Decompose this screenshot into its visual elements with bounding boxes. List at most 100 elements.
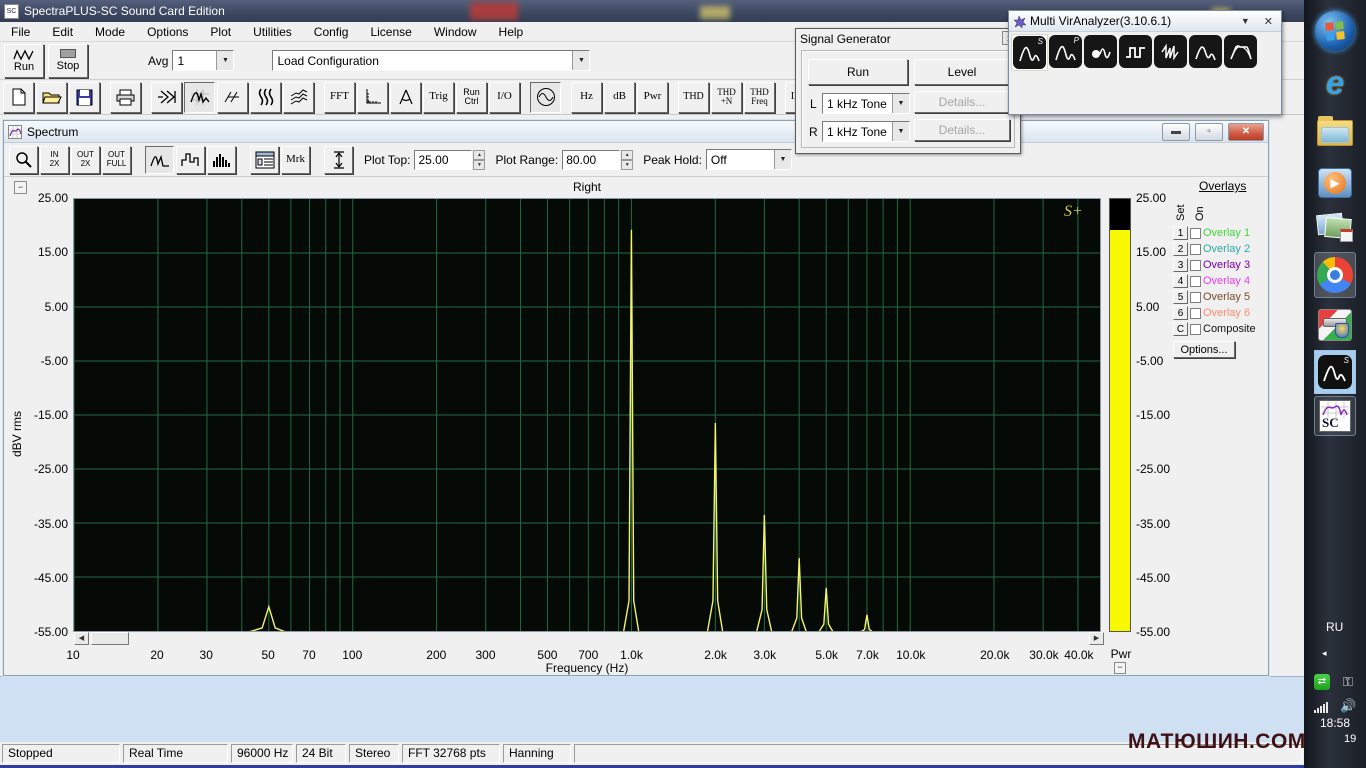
spectrum-plot[interactable] — [73, 198, 1101, 632]
run-button[interactable]: Run — [4, 44, 44, 78]
spectrogram-view-button[interactable] — [250, 82, 281, 113]
overlay-on-checkbox[interactable] — [1190, 244, 1201, 255]
menu-item[interactable]: Options — [136, 23, 199, 41]
overlays-options-button[interactable]: Options... — [1173, 341, 1235, 358]
db-button[interactable]: dB — [604, 82, 635, 113]
signal-wave-button[interactable] — [1084, 35, 1117, 68]
peak-hold-combobox[interactable]: Off ▼ — [706, 149, 792, 170]
power-plug-icon[interactable]: ⚿ — [1340, 674, 1356, 690]
generator-run-button[interactable]: Run — [808, 59, 908, 85]
signal-generator-button[interactable] — [530, 82, 561, 113]
print-button[interactable] — [110, 82, 141, 113]
load-configuration-combobox[interactable]: Load Configuration ▼ — [272, 50, 590, 71]
caliper-button[interactable] — [390, 82, 421, 113]
menu-item[interactable]: Mode — [84, 23, 136, 41]
minimize-button[interactable]: ▬ — [1162, 123, 1190, 141]
chevron-down-icon[interactable]: ▼ — [892, 94, 909, 113]
spectrum-button[interactable] — [1189, 35, 1222, 68]
plot-range-spinner[interactable]: ▲▼ — [621, 150, 633, 170]
menu-item[interactable]: File — [0, 23, 41, 41]
stop-button[interactable]: Stop — [48, 44, 88, 78]
menu-item[interactable]: License — [359, 23, 422, 41]
trigger-button[interactable]: Trig — [423, 82, 454, 113]
start-button[interactable] — [1314, 10, 1356, 52]
generator-level-button[interactable]: Level — [914, 59, 1010, 85]
network-signal-icon[interactable] — [1314, 700, 1330, 716]
line-plot-button[interactable] — [145, 146, 174, 174]
restore-button[interactable]: ▫ — [1195, 123, 1223, 141]
overlay-set-button[interactable]: 3 — [1173, 258, 1188, 272]
zoom-out-full-button[interactable]: OUT FULL — [102, 146, 131, 174]
chevron-down-icon[interactable]: ▼ — [892, 122, 909, 141]
right-signal-combobox[interactable]: 1 kHz Tone ▼ — [822, 121, 910, 142]
thd-n-button[interactable]: THD +N — [711, 82, 742, 113]
chevron-down-icon[interactable]: ▼ — [572, 51, 589, 70]
viranalyzer-taskbar-button[interactable]: S — [1314, 350, 1356, 394]
spectrum-titlebar[interactable]: Spectrum ▬ ▫ ✕ — [4, 121, 1268, 143]
menu-item[interactable]: Config — [303, 23, 360, 41]
surface-view-button[interactable] — [283, 82, 314, 113]
scroll-left-icon[interactable]: ◀ — [74, 632, 89, 645]
close-button[interactable]: ✕ — [1228, 123, 1264, 141]
close-icon[interactable]: ✕ — [1260, 15, 1277, 28]
overlay-on-checkbox[interactable] — [1190, 324, 1201, 335]
scale-button[interactable] — [357, 82, 388, 113]
fft-button[interactable]: FFT — [324, 82, 355, 113]
sync-tray-icon[interactable]: ⇄ — [1314, 674, 1330, 690]
menu-item[interactable]: Edit — [41, 23, 84, 41]
show-hidden-icons[interactable]: ◂ — [1322, 648, 1327, 659]
overlay-on-checkbox[interactable] — [1190, 308, 1201, 319]
collapse-left-button[interactable]: − — [14, 181, 27, 194]
bandpass-button[interactable] — [1224, 35, 1257, 68]
chevron-down-icon[interactable]: ▼ — [216, 51, 233, 70]
plot-top-input[interactable] — [414, 150, 472, 170]
overlay-set-button[interactable]: 5 — [1173, 290, 1188, 304]
zoom-in-2x-button[interactable]: IN 2X — [40, 146, 69, 174]
hz-button[interactable]: Hz — [571, 82, 602, 113]
menu-item[interactable]: Plot — [199, 23, 242, 41]
file-explorer-button[interactable] — [1314, 112, 1356, 154]
overlay-set-button[interactable]: 6 — [1173, 306, 1188, 320]
disk-utility-button[interactable] — [1314, 304, 1356, 346]
plot-top-spinner[interactable]: ▲▼ — [473, 150, 485, 170]
square-wave-button[interactable] — [1119, 35, 1152, 68]
plot-scrollbar[interactable]: ◀ ▶ — [74, 632, 1104, 646]
new-file-button[interactable] — [3, 82, 34, 113]
display-options-button[interactable] — [250, 146, 279, 174]
viranalyzer-titlebar[interactable]: Multi VirAnalyzer(3.10.6.1) ▼ ✕ — [1009, 11, 1281, 32]
fast-forward-button[interactable] — [151, 82, 182, 113]
scroll-right-icon[interactable]: ▶ — [1089, 632, 1104, 645]
run-control-button[interactable]: Run Ctrl — [456, 82, 487, 113]
spectrum-view-button[interactable] — [184, 82, 215, 113]
step-plot-button[interactable] — [176, 146, 205, 174]
scroll-thumb[interactable] — [91, 632, 129, 645]
media-player-button[interactable]: ▶ — [1314, 162, 1356, 204]
save-button[interactable] — [69, 82, 100, 113]
language-indicator[interactable]: RU — [1326, 620, 1343, 634]
menu-item[interactable]: Help — [488, 23, 535, 41]
overlay-on-checkbox[interactable] — [1190, 228, 1201, 239]
right-details-button[interactable]: Details... — [914, 119, 1010, 141]
zoom-button[interactable] — [9, 146, 38, 174]
overlay-on-checkbox[interactable] — [1190, 292, 1201, 303]
waveform-view-button[interactable] — [217, 82, 248, 113]
volume-icon[interactable]: 🔊 — [1340, 698, 1356, 714]
overlay-on-checkbox[interactable] — [1190, 276, 1201, 287]
bar-plot-button[interactable] — [207, 146, 236, 174]
vertical-range-button[interactable] — [324, 146, 353, 174]
spectraplus-taskbar-button[interactable]: SC — [1314, 396, 1356, 436]
marker-button[interactable]: Mrk — [281, 146, 310, 174]
photo-viewer-button[interactable] — [1314, 206, 1356, 248]
overlay-set-button[interactable]: C — [1173, 322, 1188, 336]
overlay-set-button[interactable]: 4 — [1173, 274, 1188, 288]
chevron-down-icon[interactable]: ▼ — [774, 150, 791, 169]
plot-range-input[interactable] — [562, 150, 620, 170]
clock-date-partial[interactable]: 19 — [1344, 733, 1356, 745]
signal-generator-title[interactable]: Signal Generator — [796, 29, 1020, 48]
collapse-power-button[interactable]: − — [1114, 662, 1126, 674]
chevron-down-icon[interactable]: ▼ — [1235, 16, 1256, 26]
internet-explorer-button[interactable]: e — [1314, 62, 1356, 104]
left-signal-combobox[interactable]: 1 kHz Tone ▼ — [822, 93, 910, 114]
pwr-button[interactable]: Pwr — [637, 82, 668, 113]
left-details-button[interactable]: Details... — [914, 91, 1010, 113]
